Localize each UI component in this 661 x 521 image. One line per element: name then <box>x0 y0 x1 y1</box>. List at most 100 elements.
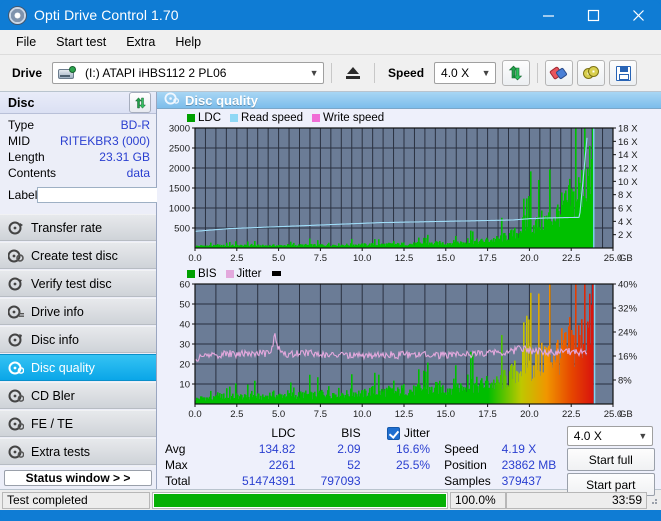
svg-text:2.5: 2.5 <box>230 253 243 264</box>
svg-text:32%: 32% <box>618 304 638 315</box>
legend-label: BIS <box>198 267 217 280</box>
svg-text:8%: 8% <box>618 376 632 387</box>
disc-row-value: BD-R <box>120 118 150 132</box>
legend-swatch <box>225 269 234 278</box>
sidebar-item-create-test-disc[interactable]: Create test disc <box>0 242 156 269</box>
svg-text:2500: 2500 <box>169 144 190 155</box>
status-window-button[interactable]: Status window > > <box>4 470 152 486</box>
erase-button[interactable] <box>545 60 574 86</box>
toolbar: Drive (I:) ATAPI iHBS112 2 PL06 ▼ Speed … <box>0 55 661 92</box>
disc-row-mid: MID RITEKBR3 (000) <box>8 133 150 149</box>
svg-text:10: 10 <box>179 380 190 391</box>
disc-row-value: data <box>126 166 150 180</box>
maximize-icon[interactable] <box>571 0 616 30</box>
progress-bar <box>152 491 448 509</box>
drive-icon <box>58 66 77 80</box>
disc-tools-button[interactable] <box>577 60 606 86</box>
svg-text:500: 500 <box>174 224 190 235</box>
svg-text:8 X: 8 X <box>618 190 633 201</box>
refresh-button[interactable] <box>502 60 531 86</box>
menu-item-help[interactable]: Help <box>165 32 211 52</box>
speed-label: Speed <box>444 442 479 456</box>
window-controls <box>526 0 661 30</box>
svg-text:15.0: 15.0 <box>437 253 456 264</box>
stats-row-label: Avg <box>165 442 186 456</box>
samples-value: 379437 <box>501 474 542 488</box>
disc-row-value: RITEKBR3 (000) <box>59 134 150 148</box>
sidebar-item-fe-te[interactable]: FE / TE <box>0 410 156 437</box>
svg-text:24%: 24% <box>618 328 638 339</box>
position-label: Position <box>444 458 487 472</box>
disc-row-key: Length <box>8 150 45 164</box>
legend-swatch <box>187 113 195 122</box>
stats-row-label: Total <box>165 474 191 488</box>
sidebar-item-label: Drive info <box>31 304 84 319</box>
position-value: 23862 MB <box>501 458 557 472</box>
sidebar-item-label: Create test disc <box>31 248 118 263</box>
menu-item-file[interactable]: File <box>6 32 46 52</box>
toolbar-divider-1 <box>331 63 333 83</box>
eject-button[interactable] <box>339 60 367 86</box>
disc-panel-title: Disc <box>8 95 35 110</box>
panel-title: Disc quality <box>185 92 258 108</box>
sidebar-item-extra-tests[interactable]: Extra tests <box>0 438 156 465</box>
disc-speed-icon <box>8 221 24 235</box>
content-area: Disc quality LDC Read speed Write speed … <box>157 92 661 496</box>
sidebar-item-transfer-rate[interactable]: Transfer rate <box>0 214 156 241</box>
svg-text:18 X: 18 X <box>618 124 638 135</box>
test-speed-select[interactable]: 4.0 X ▼ <box>566 426 653 447</box>
svg-text:2 X: 2 X <box>618 230 633 241</box>
chart-bis-legend: BIS Jitter <box>159 267 657 280</box>
legend-swatch <box>187 269 195 278</box>
sidebar-item-disc-info[interactable]: Disc info <box>0 326 156 353</box>
main-area: Disc Type BD-R MID RITEKBR3 (000) Length… <box>0 92 661 496</box>
svg-text:20.0: 20.0 <box>520 409 539 420</box>
disc-row-value: 23.31 GB <box>99 150 150 164</box>
disc-info-icon <box>8 333 24 347</box>
svg-text:50: 50 <box>179 300 190 311</box>
svg-text:0.0: 0.0 <box>188 253 201 264</box>
jitter-label: Jitter <box>404 426 431 440</box>
speed-select[interactable]: 4.0 X ▼ <box>434 62 497 84</box>
drive-select[interactable]: (I:) ATAPI iHBS112 2 PL06 ▼ <box>52 62 325 84</box>
svg-text:2000: 2000 <box>169 164 190 175</box>
stats-ldc-max: 2261 <box>268 458 296 472</box>
jitter-checkbox[interactable] <box>387 427 401 440</box>
svg-text:40: 40 <box>179 320 190 331</box>
elapsed-time: 33:59 <box>506 491 647 509</box>
legend-label: Write speed <box>323 111 385 124</box>
legend-swatch <box>230 113 239 122</box>
close-icon[interactable] <box>616 0 661 30</box>
menu-item-extra[interactable]: Extra <box>116 32 165 52</box>
save-button[interactable] <box>609 60 638 86</box>
disc-row-key: Contents <box>8 166 57 180</box>
minimize-icon[interactable] <box>526 0 571 30</box>
svg-text:10 X: 10 X <box>618 177 638 188</box>
sidebar-item-label: Disc info <box>31 332 79 347</box>
progress-bar-fill <box>154 493 446 507</box>
sidebar-item-disc-quality[interactable]: Disc quality <box>0 354 156 381</box>
svg-text:22.5: 22.5 <box>562 253 581 264</box>
sidebar-item-drive-info[interactable]: Drive info <box>0 298 156 325</box>
sidebar-item-verify-test-disc[interactable]: Verify test disc <box>0 270 156 297</box>
svg-text:GB: GB <box>619 253 633 264</box>
resize-grip[interactable] <box>647 494 659 506</box>
menu-bar: File Start test Extra Help <box>0 30 661 55</box>
disc-row-key: MID <box>8 134 30 148</box>
stats-actions: 4.0 X ▼ Start full Start part <box>566 426 655 496</box>
eject-icon <box>346 67 361 79</box>
menu-item-start-test[interactable]: Start test <box>46 32 116 52</box>
toolbar-divider-3 <box>537 63 539 83</box>
stats-col-meta-labels: Speed Position Samples <box>444 426 502 496</box>
disc-info: Type BD-R MID RITEKBR3 (000) Length 23.3… <box>0 114 242 210</box>
cd-bler-icon <box>8 389 24 403</box>
charts-container: LDC Read speed Write speed 500 1000 1500 20… <box>157 109 661 422</box>
disc-refresh-button[interactable] <box>129 92 151 113</box>
stats-bis-avg: 2.09 <box>337 442 361 456</box>
start-full-button[interactable]: Start full <box>566 448 655 472</box>
drive-label: Drive <box>12 66 43 80</box>
legend-item-ldc: LDC <box>187 112 221 124</box>
svg-text:GB: GB <box>619 409 633 420</box>
sidebar-item-cd-bler[interactable]: CD Bler <box>0 382 156 409</box>
stats-header-bis: BIS <box>341 426 361 440</box>
